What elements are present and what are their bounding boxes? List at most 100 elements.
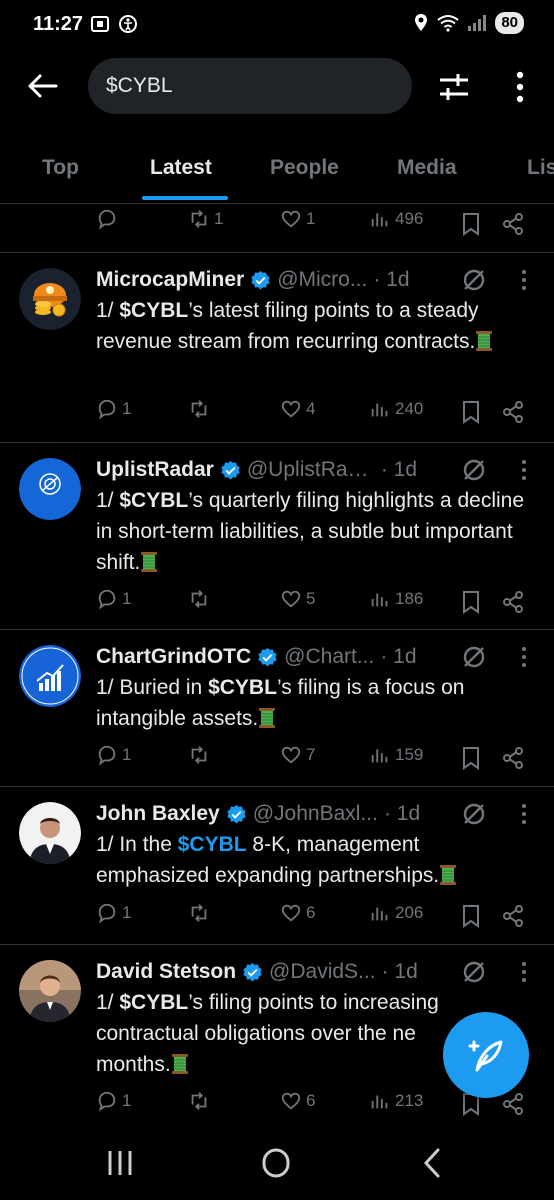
tweet-divider (0, 944, 554, 945)
tab-top[interactable]: Top (42, 156, 79, 180)
filter-icon[interactable] (436, 69, 472, 105)
compose-button[interactable] (443, 1012, 529, 1098)
author-name[interactable]: UplistRadar (96, 458, 214, 482)
back-nav-icon[interactable] (412, 1146, 452, 1180)
grok-icon[interactable] (462, 268, 486, 292)
spool-emoji-icon (439, 864, 457, 886)
tweet-actions: 1 7 159 (96, 744, 536, 774)
tweet-header: MicrocapMiner @Micro... · 1d (96, 265, 536, 295)
cashtag-link[interactable]: $CYBL (119, 991, 188, 1014)
views-button[interactable]: 159 (369, 744, 423, 766)
views-button[interactable]: 496 (369, 208, 423, 230)
share-icon[interactable] (502, 400, 524, 424)
verified-icon (227, 804, 246, 824)
tweet-divider (0, 252, 554, 253)
views-icon (371, 907, 388, 921)
reply-button[interactable]: 1 (96, 398, 131, 420)
views-button[interactable]: 186 (369, 588, 423, 610)
more-vertical-icon[interactable] (518, 959, 530, 985)
reply-button[interactable]: 1 (96, 744, 131, 766)
views-button[interactable]: 213 (369, 1090, 423, 1112)
author-handle[interactable]: @JohnBaxl... (253, 802, 378, 826)
cashtag-link[interactable]: $CYBL (178, 833, 247, 856)
bookmark-icon[interactable] (460, 400, 482, 424)
like-count: 7 (306, 745, 316, 764)
author-handle[interactable]: @Chart... (284, 645, 374, 669)
more-vertical-icon[interactable] (518, 801, 530, 827)
spool-emoji-icon (475, 330, 493, 352)
author-name[interactable]: John Baxley (96, 802, 220, 826)
avatar[interactable] (19, 960, 81, 1022)
grok-icon[interactable] (462, 645, 486, 669)
signal-icon (468, 15, 487, 31)
grok-icon[interactable] (462, 802, 486, 826)
repost-button[interactable]: 1 (188, 208, 223, 230)
like-button[interactable]: 6 (280, 1090, 315, 1112)
search-input[interactable]: $CYBL (88, 58, 412, 114)
status-time: 11:27 (33, 13, 84, 35)
more-vertical-icon[interactable] (518, 457, 530, 483)
grok-icon[interactable] (462, 458, 486, 482)
bookmark-icon[interactable] (460, 746, 482, 770)
share-icon[interactable] (502, 746, 524, 770)
cashtag-link[interactable]: $CYBL (119, 299, 188, 322)
reply-button[interactable]: 1 (96, 1090, 131, 1112)
avatar[interactable] (19, 802, 81, 864)
share-icon[interactable] (502, 1092, 524, 1116)
tweet-text: 1/ Buried in $CYBL’s filing is a focus o… (96, 676, 465, 730)
tab-latest[interactable]: Latest (150, 156, 212, 180)
reply-button[interactable] (96, 208, 122, 230)
repost-button[interactable] (188, 588, 214, 610)
share-icon[interactable] (502, 212, 524, 236)
share-icon[interactable] (502, 904, 524, 928)
author-handle[interactable]: @Micro... (277, 268, 367, 292)
author-handle[interactable]: @DavidS... (269, 960, 376, 984)
like-button[interactable]: 7 (280, 744, 315, 766)
reply-count: 1 (122, 1091, 132, 1110)
bookmark-icon[interactable] (460, 904, 482, 928)
bookmark-icon[interactable] (460, 212, 482, 236)
reply-count: 1 (122, 745, 132, 764)
views-button[interactable]: 206 (369, 902, 423, 924)
reply-button[interactable]: 1 (96, 588, 131, 610)
spool-emoji-icon (171, 1053, 189, 1075)
share-icon[interactable] (502, 590, 524, 614)
repost-button[interactable] (188, 1090, 214, 1112)
battery-indicator: 80 (495, 12, 524, 34)
author-name[interactable]: David Stetson (96, 960, 236, 984)
tweet-text: 1/ In the $CYBL 8-K, management emphasiz… (96, 829, 536, 891)
tab-people[interactable]: People (270, 156, 339, 180)
repost-button[interactable] (188, 902, 214, 924)
avatar[interactable] (19, 458, 81, 520)
like-button[interactable]: 1 (280, 208, 315, 230)
repost-button[interactable] (188, 398, 214, 420)
cashtag-link[interactable]: $CYBL (119, 489, 188, 512)
author-name[interactable]: ChartGrindOTC (96, 645, 251, 669)
tweet-actions: 1 6 206 (96, 902, 536, 932)
grok-icon[interactable] (462, 960, 486, 984)
recent-apps-icon[interactable] (100, 1146, 140, 1180)
views-button[interactable]: 240 (369, 398, 423, 420)
more-vertical-icon[interactable] (518, 267, 530, 293)
bookmark-icon[interactable] (460, 590, 482, 614)
avatar[interactable] (19, 645, 81, 707)
views-icon (371, 403, 388, 417)
cashtag-link[interactable]: $CYBL (208, 676, 277, 699)
author-handle[interactable]: @UplistRad... (247, 458, 375, 482)
like-button[interactable]: 6 (280, 902, 315, 924)
tab-lists[interactable]: Lis (527, 156, 554, 180)
accessibility-icon (119, 15, 137, 33)
reply-button[interactable]: 1 (96, 902, 131, 924)
more-vertical-icon[interactable] (518, 644, 530, 670)
avatar[interactable] (19, 268, 81, 330)
reply-icon (98, 745, 116, 766)
search-tabs: Top Latest People Media Lis (0, 140, 554, 204)
back-arrow-icon[interactable] (26, 69, 60, 103)
more-vertical-icon[interactable] (506, 69, 534, 105)
home-icon[interactable] (256, 1146, 296, 1180)
tab-media[interactable]: Media (397, 156, 457, 180)
like-button[interactable]: 5 (280, 588, 315, 610)
like-button[interactable]: 4 (280, 398, 315, 420)
author-name[interactable]: MicrocapMiner (96, 268, 244, 292)
repost-button[interactable] (188, 744, 214, 766)
